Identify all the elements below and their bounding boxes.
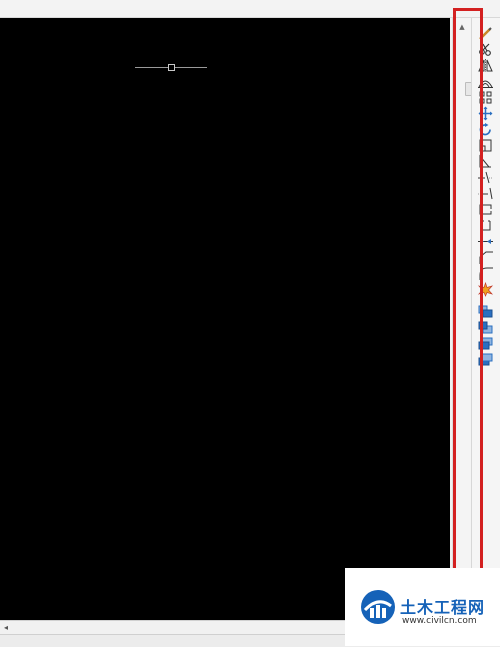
watermark-url: www.civilcn.com	[402, 616, 477, 626]
drawing-canvas[interactable]	[0, 18, 450, 620]
watermark-title: 土木工程网	[400, 598, 486, 617]
civilcn-logo-icon	[361, 590, 395, 624]
highlight-box	[453, 8, 483, 605]
pickbox-cursor	[168, 64, 175, 71]
top-strip	[0, 0, 500, 18]
watermark: 土木工程网 www.civilcn.com	[345, 568, 500, 646]
scroll-left-arrow-icon[interactable]: ◂	[4, 621, 8, 635]
